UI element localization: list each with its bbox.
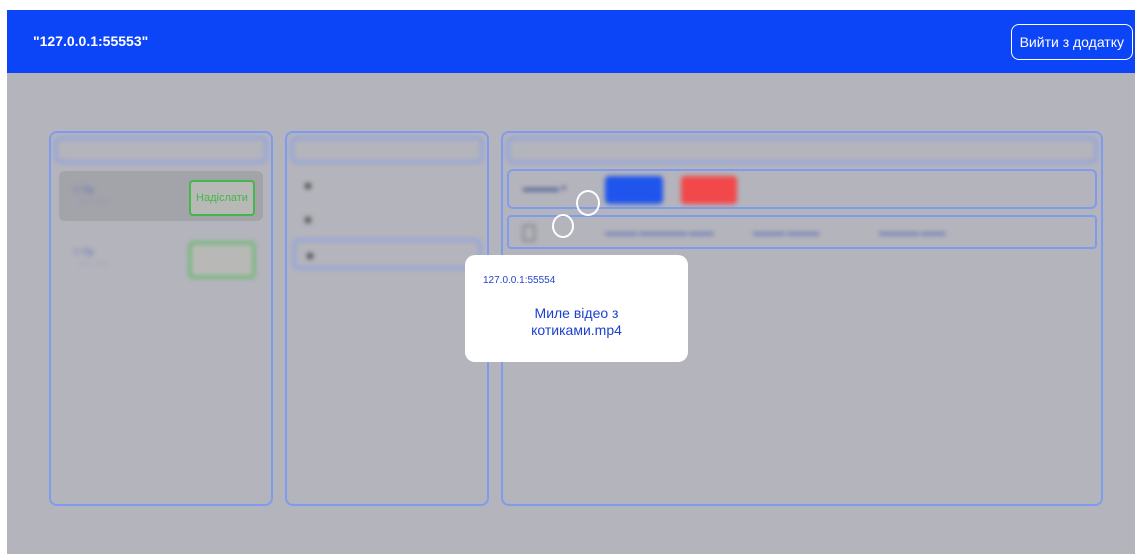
folder-icon	[307, 253, 313, 259]
peers-panel-header	[55, 137, 267, 163]
open-button[interactable]	[605, 176, 663, 204]
file-size: ▬▬▬▬▬ ▬▬▬	[879, 228, 946, 237]
peer-address: ····· ·····	[79, 197, 108, 206]
touch-indicator-icon	[576, 190, 600, 216]
touch-indicator-icon	[552, 214, 574, 238]
notification-peer-address: 127.0.0.1:55554	[483, 275, 556, 286]
folder-item-selected[interactable]	[293, 239, 481, 269]
folder-tree-header	[291, 137, 483, 163]
top-bar: "127.0.0.1:55553" Вийти з додатку	[7, 10, 1135, 73]
delete-button[interactable]	[681, 176, 737, 204]
peer-address: ····· ·····	[79, 259, 108, 268]
peers-panel: ▽ Пр ····· ····· Надіслати ▽ Пр ····· ··…	[49, 131, 273, 506]
app-title: "127.0.0.1:55553"	[33, 33, 149, 49]
folder-item[interactable]	[293, 171, 481, 201]
folder-item[interactable]	[293, 205, 481, 235]
peer-item[interactable]: ▽ Пр ····· ····· Надіслати	[59, 171, 263, 221]
send-button[interactable]	[189, 242, 255, 278]
sort-select[interactable]: ▬▬▬▬ ▾	[523, 183, 566, 194]
files-panel-header	[507, 137, 1097, 163]
peer-item[interactable]: ▽ Пр ····· ·····	[59, 233, 263, 283]
incoming-file-notification[interactable]: 127.0.0.1:55554 Миле відео з котиками.mp…	[465, 255, 688, 362]
file-icon	[523, 225, 535, 241]
folder-icon	[305, 183, 311, 189]
file-date: ▬▬▬▬ ▬▬▬▬	[753, 228, 820, 237]
folder-tree-panel	[285, 131, 489, 506]
send-button[interactable]: Надіслати	[189, 180, 255, 216]
folder-icon	[305, 217, 311, 223]
file-name: ▬▬▬▬ ▬▬▬▬▬▬ ▬▬▬	[605, 228, 714, 237]
exit-app-button[interactable]: Вийти з додатку	[1010, 24, 1133, 60]
peer-name: ▽ Пр	[73, 185, 94, 195]
notification-message: Миле відео з котиками.mp4	[531, 305, 622, 338]
file-row[interactable]: ▬▬▬▬ ▬▬▬▬▬▬ ▬▬▬ ▬▬▬▬ ▬▬▬▬ ▬▬▬▬▬ ▬▬▬	[507, 215, 1097, 249]
peer-name: ▽ Пр	[73, 247, 94, 257]
